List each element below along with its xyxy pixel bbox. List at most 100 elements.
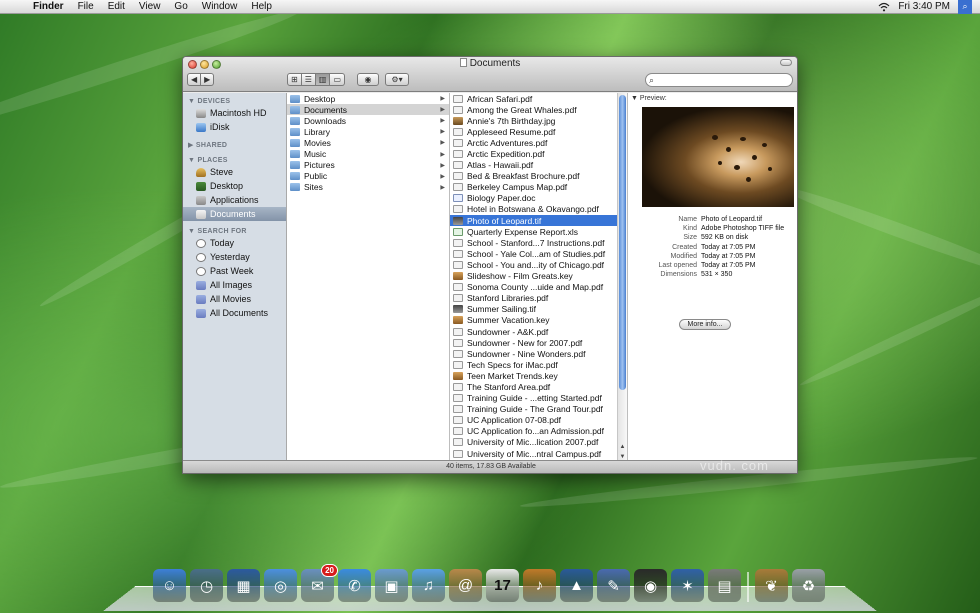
toolbar-toggle-button[interactable]: [780, 59, 792, 66]
quick-look-button[interactable]: ◉: [357, 73, 379, 86]
preview-icon[interactable]: ▤: [708, 569, 741, 602]
file-row[interactable]: African Safari.pdf: [450, 93, 627, 104]
sidebar-item-documents[interactable]: Documents: [183, 207, 286, 221]
coverflow-view-button[interactable]: ▭: [330, 73, 345, 86]
file-row[interactable]: Summer Sailing.tif: [450, 304, 627, 315]
folder-row[interactable]: Pictures ▶: [287, 160, 449, 171]
file-row[interactable]: Training Guide - ...etting Started.pdf: [450, 393, 627, 404]
menu-window[interactable]: Window: [195, 0, 245, 14]
search-field[interactable]: ⌕: [645, 73, 793, 87]
file-row[interactable]: School - Stanford...7 Instructions.pdf: [450, 237, 627, 248]
forward-button[interactable]: ▶: [201, 73, 215, 86]
menu-view[interactable]: View: [132, 0, 168, 14]
sidebar-header-shared[interactable]: ▶ SHARED: [183, 138, 286, 150]
iphoto-icon[interactable]: ▣: [375, 569, 408, 602]
folder-row[interactable]: Documents ▶: [287, 104, 449, 116]
column-view-button[interactable]: ▥: [315, 73, 331, 86]
action-menu-button[interactable]: ⚙▾: [385, 73, 409, 86]
sidebar-header-search-for[interactable]: ▼ SEARCH FOR: [183, 225, 286, 236]
iweb-icon[interactable]: ✎: [597, 569, 630, 602]
scrollbar-thumb[interactable]: [619, 95, 626, 390]
sidebar-item-all-documents[interactable]: All Documents: [183, 306, 286, 320]
file-row[interactable]: Quarterly Expense Report.xls: [450, 226, 627, 237]
folder-row[interactable]: Music ▶: [287, 148, 449, 159]
file-row[interactable]: University of Mic...ntral Campus.pdf: [450, 448, 627, 459]
file-row[interactable]: UC Application 07-08.pdf: [450, 415, 627, 426]
back-button[interactable]: ◀: [187, 73, 202, 86]
folder-proxy-icon[interactable]: [459, 58, 467, 67]
file-row[interactable]: School - Yale Col...am of Studies.pdf: [450, 248, 627, 259]
sidebar-item-desktop[interactable]: Desktop: [183, 179, 286, 193]
folder-row[interactable]: Library ▶: [287, 126, 449, 137]
garageband-icon[interactable]: ♪: [523, 569, 556, 602]
file-row[interactable]: Summer Vacation.key: [450, 315, 627, 326]
sidebar-item-today[interactable]: Today: [183, 236, 286, 250]
ichat-icon[interactable]: ✆: [338, 569, 371, 602]
file-row[interactable]: Photo of Leopard.tif: [450, 215, 627, 227]
column-documents[interactable]: African Safari.pdf Among the Great Whales…: [450, 93, 628, 462]
folder-row[interactable]: Desktop ▶: [287, 93, 449, 104]
sidebar-item-yesterday[interactable]: Yesterday: [183, 250, 286, 264]
sidebar-item-past-week[interactable]: Past Week: [183, 264, 286, 278]
vertical-scrollbar[interactable]: ▲ ▼: [617, 93, 627, 462]
wifi-icon[interactable]: [878, 2, 890, 12]
file-row[interactable]: Training Guide - The Grand Tour.pdf: [450, 404, 627, 415]
sidebar-header-devices[interactable]: ▼ DEVICES: [183, 95, 286, 106]
title-bar[interactable]: Documents ◀ ▶ ⊞ ☰ ▥ ▭ ◉ ⚙▾ ⌕: [183, 57, 797, 92]
mail-icon[interactable]: ✉ 20: [301, 564, 338, 602]
time-machine-icon[interactable]: ◷: [190, 569, 223, 602]
file-row[interactable]: UC Application fo...an Admission.pdf: [450, 426, 627, 437]
folder-row[interactable]: Movies ▶: [287, 137, 449, 148]
file-row[interactable]: Among the Great Whales.pdf: [450, 104, 627, 115]
file-row[interactable]: Stanford Libraries.pdf: [450, 293, 627, 304]
sidebar-item-steve[interactable]: Steve: [183, 165, 286, 179]
file-row[interactable]: The Stanford Area.pdf: [450, 381, 627, 392]
file-row[interactable]: Tech Specs for iMac.pdf: [450, 359, 627, 370]
menu-help[interactable]: Help: [244, 0, 279, 14]
sidebar-item-idisk[interactable]: iDisk: [183, 120, 286, 134]
folder-row[interactable]: Downloads ▶: [287, 115, 449, 126]
file-row[interactable]: Sundowner - Nine Wonders.pdf: [450, 348, 627, 359]
sidebar-item-macintosh-hd[interactable]: Macintosh HD: [183, 106, 286, 120]
folder-row[interactable]: Public ▶: [287, 171, 449, 182]
file-row[interactable]: Annie's 7th Birthday.jpg: [450, 115, 627, 126]
trash-icon[interactable]: ♻: [792, 569, 825, 602]
menu-file[interactable]: File: [71, 0, 101, 14]
file-row[interactable]: University of Mic...lication 2007.pdf: [450, 437, 627, 448]
imovie-icon[interactable]: ✶: [671, 569, 704, 602]
file-row[interactable]: Appleseed Resume.pdf: [450, 126, 627, 137]
spotlight-icon[interactable]: ⌕: [958, 0, 972, 14]
file-row[interactable]: Biology Paper.doc: [450, 193, 627, 204]
downloads-stack-icon[interactable]: ❦: [755, 569, 788, 602]
file-row[interactable]: Slideshow - Film Greats.key: [450, 271, 627, 282]
file-row[interactable]: Sonoma County ...uide and Map.pdf: [450, 282, 627, 293]
safari-icon[interactable]: ◎: [264, 569, 297, 602]
icon-view-button[interactable]: ⊞: [287, 73, 302, 86]
menu-finder[interactable]: Finder: [26, 0, 71, 14]
finder-icon[interactable]: ☺: [153, 569, 186, 602]
itunes-icon[interactable]: ♫: [412, 569, 445, 602]
leopard-preview-image[interactable]: [642, 107, 794, 207]
column-home[interactable]: Desktop ▶ Documents ▶ Downloads ▶ Library ▶ Movi…: [287, 93, 450, 462]
address-book-icon[interactable]: @: [449, 569, 482, 602]
photo-booth-icon[interactable]: ◉: [634, 569, 667, 602]
file-row[interactable]: Arctic Expedition.pdf: [450, 148, 627, 159]
file-row[interactable]: Sundowner - New for 2007.pdf: [450, 337, 627, 348]
spaces-icon[interactable]: ▦: [227, 569, 260, 602]
file-row[interactable]: Sundowner - A&K.pdf: [450, 326, 627, 337]
file-row[interactable]: Bed & Breakfast Brochure.pdf: [450, 171, 627, 182]
file-row[interactable]: Atlas - Hawaii.pdf: [450, 160, 627, 171]
sidebar-item-all-movies[interactable]: All Movies: [183, 292, 286, 306]
more-info-button[interactable]: More info...: [679, 319, 731, 330]
ical-icon[interactable]: 17: [486, 569, 519, 602]
sidebar-header-places[interactable]: ▼ PLACES: [183, 154, 286, 165]
menu-clock[interactable]: Fri 3:40 PM: [898, 1, 950, 12]
list-view-button[interactable]: ☰: [301, 73, 316, 86]
sidebar-item-applications[interactable]: Applications: [183, 193, 286, 207]
sidebar-item-all-images[interactable]: All Images: [183, 278, 286, 292]
file-row[interactable]: Berkeley Campus Map.pdf: [450, 182, 627, 193]
file-row[interactable]: Hotel in Botswana & Okavango.pdf: [450, 204, 627, 215]
file-row[interactable]: Teen Market Trends.key: [450, 370, 627, 381]
file-row[interactable]: Arctic Adventures.pdf: [450, 137, 627, 148]
file-row[interactable]: School - You and...ity of Chicago.pdf: [450, 259, 627, 270]
